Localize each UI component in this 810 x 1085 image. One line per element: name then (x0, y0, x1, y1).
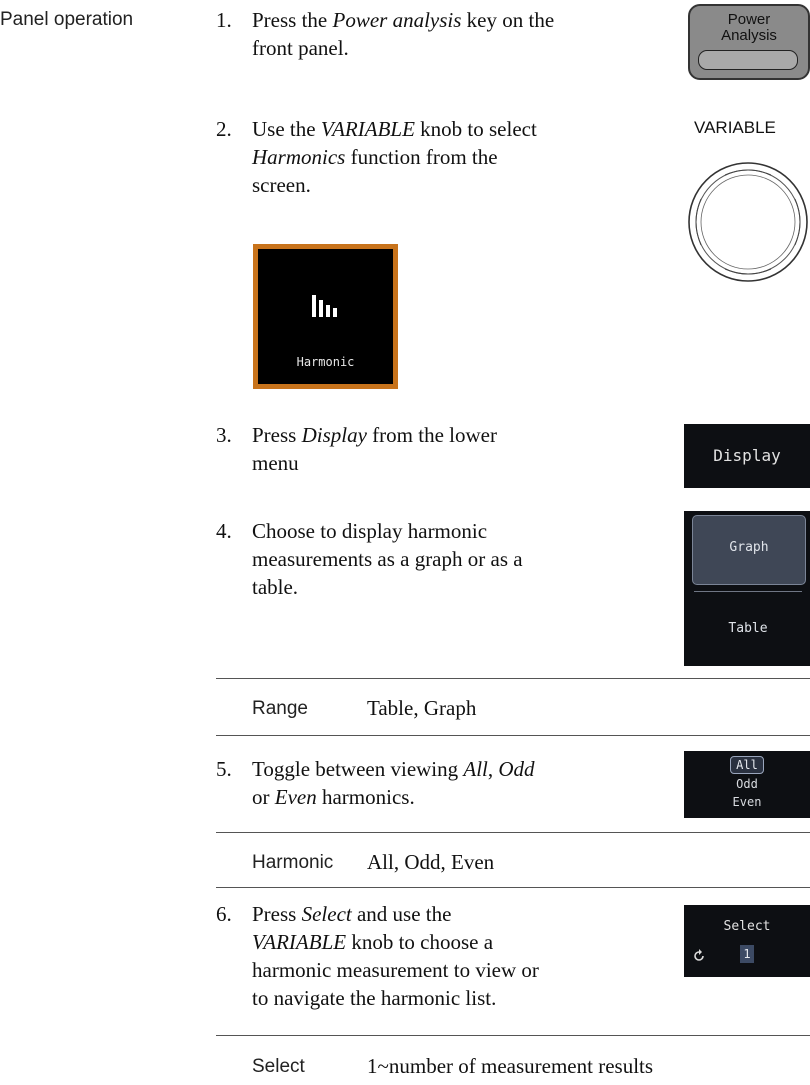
param-label-select: Select (252, 1056, 305, 1077)
harmonic-function-tile[interactable]: Harmonic (253, 244, 398, 389)
rotate-knob-icon (694, 949, 704, 961)
harmonic-filter-softkey[interactable]: All Odd Even (684, 751, 810, 818)
menu-divider (694, 591, 802, 592)
power-analysis-key[interactable]: Power Analysis (688, 4, 810, 80)
display-mode-menu: Graph Table (684, 511, 810, 666)
step-number: 6. (216, 902, 232, 926)
step-6: 6. Press Select and use the VARIABLE knob… (216, 900, 676, 1020)
menu-option-table-label: Table (728, 621, 768, 636)
step-5: 5. Toggle between viewing All, Odd or Eve… (216, 755, 676, 815)
harmonic-tile-label: Harmonic (296, 355, 355, 369)
step-number: 4. (216, 519, 232, 543)
step-text: Use the VARIABLE knob to select Harmonics… (252, 117, 537, 197)
step-number: 3. (216, 423, 232, 447)
divider (216, 678, 810, 679)
select-softkey-label: Select (723, 919, 771, 934)
step-number: 1. (216, 8, 232, 32)
power-analysis-key-line2: Analysis (721, 27, 777, 44)
filter-option-all[interactable]: All (730, 756, 764, 774)
step-number: 2. (216, 117, 232, 141)
step-text: Toggle between viewing All, Odd or Even h… (252, 757, 535, 809)
step-1: 1. Press the Power analysis key on the fr… (216, 6, 676, 66)
filter-option-even[interactable]: Even (684, 795, 810, 809)
menu-option-graph-label: Graph (729, 540, 769, 555)
section-label: Panel operation (0, 9, 134, 30)
display-softkey-label: Display (713, 446, 781, 465)
param-value-harmonic: All, Odd, Even (367, 850, 495, 874)
step-text: Press the Power analysis key on the front… (252, 8, 555, 60)
key-button-face (698, 50, 798, 70)
variable-knob-icon[interactable] (687, 161, 809, 283)
menu-option-table[interactable]: Table (692, 601, 804, 656)
select-softkey[interactable]: Select 1 (684, 905, 810, 977)
filter-option-odd[interactable]: Odd (684, 777, 810, 791)
display-softkey[interactable]: Display (684, 424, 810, 488)
divider (216, 735, 810, 736)
param-label-range: Range (252, 698, 308, 719)
divider (216, 832, 810, 833)
menu-option-graph[interactable]: Graph (692, 515, 806, 585)
param-label-harmonic: Harmonic (252, 852, 334, 873)
harmonic-tile-screen: Harmonic (258, 249, 393, 384)
step-3: 3. Press Display from the lower menu (216, 421, 676, 481)
power-analysis-key-line1: Power (727, 11, 771, 28)
harmonic-bars-icon (312, 295, 337, 317)
step-text: Press Select and use the VARIABLE knob to… (252, 902, 539, 1010)
param-value-range: Table, Graph (367, 696, 477, 720)
step-2: 2. Use the VARIABLE knob to select Harmon… (216, 115, 676, 205)
step-4: 4. Choose to display harmonic measurement… (216, 517, 676, 607)
step-text: Press Display from the lower menu (252, 423, 497, 475)
step-text: Choose to display harmonic measurements a… (252, 519, 523, 599)
variable-knob-label: VARIABLE (694, 118, 776, 137)
step-number: 5. (216, 757, 232, 781)
divider (216, 887, 810, 888)
divider (216, 1035, 810, 1036)
select-value: 1 (740, 945, 754, 963)
param-value-select: 1~number of measurement results (367, 1054, 654, 1078)
